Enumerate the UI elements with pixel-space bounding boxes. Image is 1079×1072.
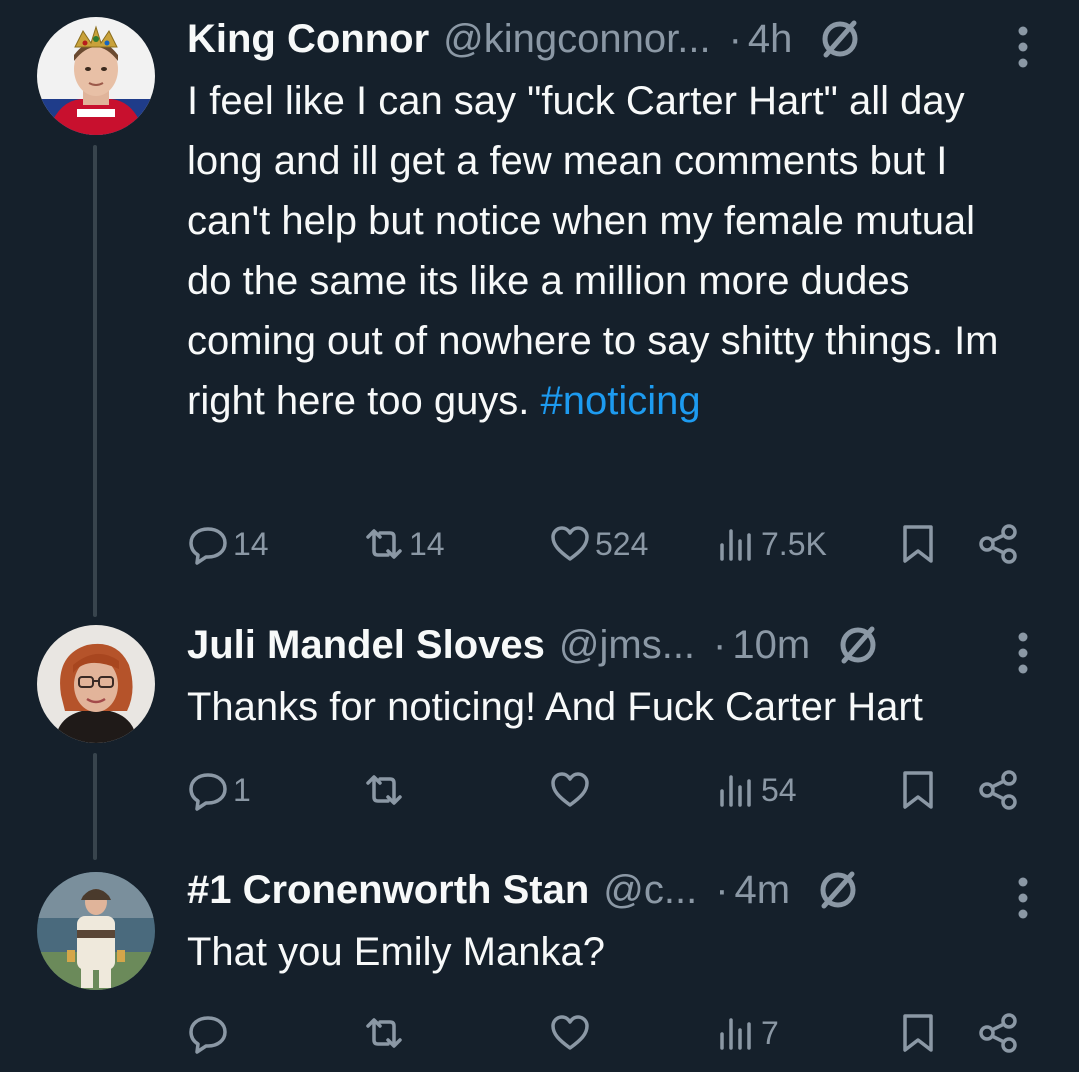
views-icon (720, 775, 751, 807)
tweet-text-content: That you Emily Manka? (187, 930, 605, 974)
reply-icon (189, 773, 227, 811)
tweet-text: I feel like I can say "fuck Carter Hart"… (187, 71, 1019, 431)
display-name[interactable]: King Connor (187, 17, 429, 62)
views-icon (720, 529, 751, 561)
bookmark-button[interactable] (897, 519, 939, 569)
reply-button[interactable] (187, 1008, 233, 1058)
views-button[interactable]: 7.5K (715, 519, 827, 569)
like-count: 524 (595, 525, 649, 562)
tweet-text: Thanks for noticing! And Fuck Carter Har… (187, 677, 1059, 737)
tweet-cronenworth-stan[interactable]: #1 Cronenworth Stan @c... · 4m That you … (0, 868, 1079, 1072)
tweet-text-content: Thanks for noticing! And Fuck Carter Har… (187, 685, 923, 729)
tweet-actions: 1 54 (187, 765, 1079, 815)
tweet-king-connor[interactable]: King Connor @kingconnor... · 4h I feel l… (0, 17, 1079, 617)
retweet-icon (366, 775, 402, 805)
more-vertical-icon[interactable] (1017, 876, 1029, 920)
more-vertical-icon[interactable] (1017, 25, 1029, 69)
bookmark-button[interactable] (897, 1008, 939, 1058)
reply-icon (189, 1016, 227, 1054)
reply-icon (189, 527, 227, 565)
avatar[interactable] (37, 625, 155, 743)
display-name[interactable]: #1 Cronenworth Stan (187, 868, 589, 913)
retweet-button[interactable] (363, 1008, 409, 1058)
circle-slash-icon (822, 20, 858, 58)
views-button[interactable]: 7 (715, 1008, 779, 1058)
display-name[interactable]: Juli Mandel Sloves (187, 623, 545, 668)
like-button[interactable]: 524 (549, 519, 648, 569)
separator-dot: · (715, 867, 729, 912)
heart-icon (551, 526, 589, 561)
separator-dot: · (713, 622, 727, 667)
timestamp[interactable]: 4m (735, 868, 791, 913)
thread-line (93, 753, 97, 860)
hashtag-link[interactable]: #noticing (541, 379, 701, 423)
avatar[interactable] (37, 17, 155, 135)
bookmark-icon (903, 1014, 933, 1052)
thread-line (93, 145, 97, 617)
tweet-header: #1 Cronenworth Stan @c... · 4m (187, 860, 1079, 920)
tweet-text-content: I feel like I can say "fuck Carter Hart"… (187, 79, 999, 423)
bookmark-icon (903, 525, 933, 563)
retweet-icon (366, 529, 402, 559)
view-count: 54 (761, 771, 797, 808)
circle-slash-icon (840, 626, 876, 664)
retweet-count: 14 (409, 525, 445, 562)
view-count: 7.5K (761, 525, 827, 562)
reply-count: 1 (233, 771, 251, 808)
user-handle[interactable]: @c... (603, 868, 697, 913)
tweet-text: That you Emily Manka? (187, 922, 1019, 982)
tweet-actions: 14 14 524 7.5K (187, 519, 1079, 569)
separator-dot: · (728, 16, 742, 61)
user-handle[interactable]: @kingconnor... (443, 17, 710, 62)
views-button[interactable]: 54 (715, 765, 797, 815)
like-button[interactable] (549, 1008, 595, 1058)
tweet-juli-mandel-sloves[interactable]: Juli Mandel Sloves @jms... · 10m Thanks … (0, 623, 1079, 860)
views-icon (720, 1018, 751, 1050)
bookmark-button[interactable] (897, 765, 939, 815)
share-button[interactable] (977, 1008, 1019, 1058)
reply-count: 14 (233, 525, 269, 562)
avatar[interactable] (37, 872, 155, 990)
share-icon (979, 1013, 1017, 1053)
share-button[interactable] (977, 765, 1019, 815)
user-handle[interactable]: @jms... (559, 623, 695, 668)
circle-slash-icon (820, 871, 856, 909)
tweet-header: Juli Mandel Sloves @jms... · 10m (187, 615, 1079, 675)
share-button[interactable] (977, 519, 1019, 569)
retweet-button[interactable] (363, 765, 409, 815)
retweet-button[interactable]: 14 (363, 519, 445, 569)
timestamp[interactable]: 4h (748, 17, 793, 62)
view-count: 7 (761, 1014, 779, 1051)
reply-button[interactable]: 1 (187, 765, 251, 815)
bookmark-icon (903, 771, 933, 809)
heart-icon (551, 772, 589, 807)
retweet-icon (366, 1018, 402, 1048)
like-button[interactable] (549, 765, 595, 815)
more-vertical-icon[interactable] (1017, 631, 1029, 675)
heart-icon (551, 1015, 589, 1050)
tweet-header: King Connor @kingconnor... · 4h (187, 9, 1079, 69)
reply-button[interactable]: 14 (187, 519, 269, 569)
timestamp[interactable]: 10m (732, 623, 810, 668)
share-icon (979, 770, 1017, 810)
tweet-actions: 7 (187, 1008, 1079, 1058)
share-icon (979, 524, 1017, 564)
